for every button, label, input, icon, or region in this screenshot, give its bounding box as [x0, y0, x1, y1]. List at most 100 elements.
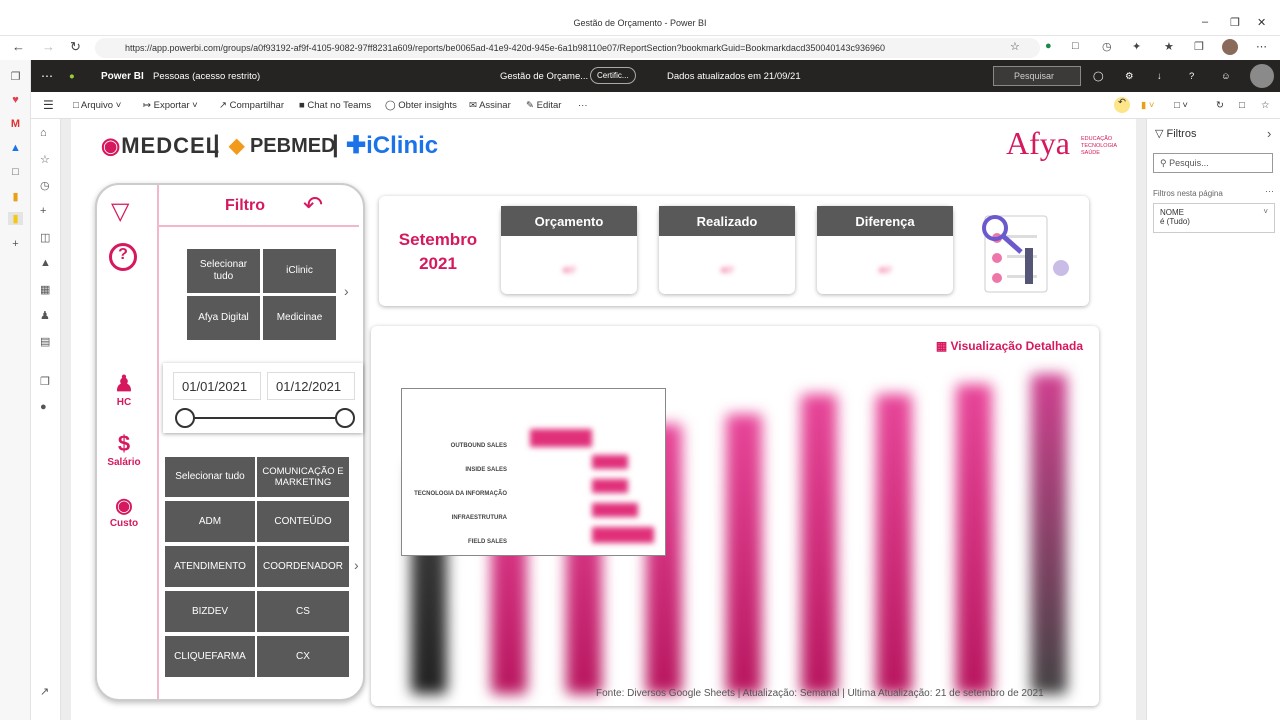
- recent-icon[interactable]: ◷: [40, 179, 50, 192]
- favorites-nav-icon[interactable]: ☆: [40, 153, 50, 166]
- logo-divider: |: [213, 131, 220, 158]
- data-updated-label[interactable]: Dados atualizados em 21/09/21: [667, 71, 801, 82]
- favorites-icon[interactable]: ★: [1164, 40, 1174, 53]
- detail-view-link[interactable]: ▦ Visualização Detalhada: [936, 339, 1083, 353]
- powerbi-icon[interactable]: ▮: [8, 212, 23, 225]
- puzzle-icon[interactable]: ✦: [1132, 40, 1141, 53]
- extension-icon[interactable]: ●: [1045, 40, 1052, 52]
- certified-badge[interactable]: Certific...: [590, 67, 636, 84]
- url-field[interactable]: https://app.powerbi.com/groups/a0f93192-…: [95, 38, 1040, 58]
- back-arrow-icon[interactable]: ↶: [303, 191, 323, 220]
- shared-icon[interactable]: ♟: [40, 309, 50, 322]
- pocket-icon[interactable]: □: [1072, 40, 1079, 52]
- analytics-icon[interactable]: ▮: [8, 190, 23, 203]
- minimize-icon[interactable]: –: [1202, 16, 1208, 28]
- area-atendimento[interactable]: ATENDIMENTO: [165, 546, 255, 587]
- filter-card-nome[interactable]: NOME é (Tudo) ˅: [1153, 203, 1275, 233]
- funnel-icon[interactable]: ▽: [111, 197, 129, 226]
- export-menu[interactable]: ↦ Exportar ˅: [143, 100, 198, 111]
- datasets-icon[interactable]: ◫: [40, 231, 50, 244]
- date-slider-start-handle[interactable]: [175, 408, 195, 428]
- area-select-all[interactable]: Selecionar tudo: [165, 457, 255, 497]
- edit-button[interactable]: ✎ Editar: [526, 100, 561, 111]
- subscribe-button[interactable]: ✉ Assinar: [469, 100, 511, 111]
- feedback-icon[interactable]: ☺: [1221, 71, 1231, 82]
- expand-icon[interactable]: ↗: [40, 685, 49, 698]
- area-bizdev[interactable]: BIZDEV: [165, 591, 255, 632]
- home-icon[interactable]: ⌂: [40, 127, 47, 139]
- company-afya-digital[interactable]: Afya Digital: [187, 296, 260, 340]
- bookmark-icon[interactable]: ▮ ˅: [1141, 100, 1154, 111]
- area-conteudo[interactable]: CONTEÚDO: [257, 501, 349, 542]
- filter-panel: ▽ ? ♟ HC $ Salário ◉ Custo Filtro ↶ Selecio…: [95, 183, 365, 701]
- area-cs[interactable]: CS: [257, 591, 349, 632]
- hamburger-icon[interactable]: ☰: [43, 98, 54, 112]
- clock-icon[interactable]: ◷: [1102, 40, 1112, 53]
- date-end-input[interactable]: 01/12/2021: [267, 372, 355, 400]
- collections-icon[interactable]: ❐: [1194, 40, 1204, 53]
- goals-icon[interactable]: ▲: [40, 257, 51, 269]
- date-slider-end-handle[interactable]: [335, 408, 355, 428]
- help-icon[interactable]: ?: [1189, 71, 1194, 82]
- workspace-current-icon[interactable]: ●: [40, 401, 47, 413]
- help-circle-icon[interactable]: ?: [109, 243, 137, 271]
- share-button[interactable]: ↗ Compartilhar: [219, 100, 284, 111]
- favorites-add-icon[interactable]: ☆: [1010, 40, 1020, 53]
- company-iclinic[interactable]: iClinic: [263, 249, 336, 293]
- pbi-app-name[interactable]: Power BI: [101, 71, 144, 82]
- app-launcher-icon[interactable]: ⋯: [41, 69, 53, 83]
- tabs-icon[interactable]: ❐: [8, 70, 23, 83]
- browser-menu-icon[interactable]: ⋯: [1256, 40, 1267, 53]
- file-menu[interactable]: □ Arquivo ˅: [73, 100, 121, 111]
- settings-icon[interactable]: ⚙: [1125, 71, 1134, 82]
- hc-button[interactable]: ♟ HC: [103, 371, 145, 408]
- add-icon[interactable]: +: [8, 238, 23, 250]
- forward-icon[interactable]: →: [42, 39, 55, 54]
- company-next-icon[interactable]: ›: [344, 283, 349, 299]
- area-cx[interactable]: CX: [257, 636, 349, 677]
- area-cliquefarma[interactable]: CLIQUEFARMA: [165, 636, 255, 677]
- drive-icon[interactable]: ▲: [8, 142, 23, 154]
- refresh-icon[interactable]: ↻: [70, 39, 81, 55]
- workspace-name[interactable]: Pessoas (acesso restrito): [153, 71, 260, 82]
- user-avatar[interactable]: [1250, 64, 1274, 88]
- gmail-icon[interactable]: M: [8, 118, 23, 130]
- doc-icon[interactable]: □: [8, 166, 23, 178]
- company-medicinae[interactable]: Medicinae: [263, 296, 336, 340]
- area-coordenador[interactable]: COORDENADOR: [257, 546, 349, 587]
- search-input[interactable]: Pesquisar: [993, 66, 1081, 86]
- filters-search-input[interactable]: ⚲ Pesquis...: [1153, 153, 1273, 173]
- custo-button[interactable]: ◉ Custo: [103, 493, 145, 529]
- insights-button[interactable]: ◯ Obter insights: [385, 100, 457, 111]
- learn-icon[interactable]: ▤: [40, 335, 50, 348]
- apps-icon[interactable]: ▦: [40, 283, 50, 296]
- restore-icon[interactable]: ❐: [1230, 16, 1240, 29]
- address-bar-row: ← → ↻ https://app.powerbi.com/groups/a0f…: [0, 36, 1280, 60]
- pocket-sidebar-icon[interactable]: ♥: [8, 94, 23, 106]
- favorite-icon[interactable]: ☆: [1261, 100, 1270, 111]
- report-name[interactable]: Gestão de Orçame...: [500, 71, 588, 82]
- teams-chat-button[interactable]: ■ Chat no Teams: [299, 100, 371, 111]
- view-icon[interactable]: □ ˅: [1174, 100, 1188, 111]
- comment-icon[interactable]: □: [1239, 100, 1245, 111]
- area-next-icon[interactable]: ›: [354, 557, 359, 573]
- refresh-visuals-icon[interactable]: ↻: [1216, 100, 1224, 111]
- pebmed-logo: ◆ PEBMED: [229, 135, 336, 157]
- collapse-filters-icon[interactable]: ›: [1267, 126, 1271, 141]
- workspaces-icon[interactable]: ❐: [40, 375, 50, 388]
- company-select-all[interactable]: Selecionar tudo: [187, 249, 260, 293]
- date-start-input[interactable]: 01/01/2021: [173, 372, 261, 400]
- close-icon[interactable]: ✕: [1257, 16, 1266, 29]
- more-options[interactable]: ···: [578, 100, 588, 111]
- salario-button[interactable]: $ Salário: [103, 431, 145, 468]
- area-comunicacao[interactable]: COMUNICAÇÃO E MARKETING: [257, 457, 349, 497]
- back-icon[interactable]: ←: [12, 39, 25, 54]
- reset-icon[interactable]: ↶: [1114, 97, 1130, 113]
- filters-more-icon[interactable]: ⋯: [1265, 186, 1274, 197]
- download-icon[interactable]: ↓: [1157, 71, 1162, 82]
- profile-avatar[interactable]: [1222, 39, 1238, 55]
- notifications-icon[interactable]: ◯: [1093, 71, 1104, 82]
- create-icon[interactable]: +: [40, 205, 46, 217]
- filter-card-expand-icon[interactable]: ˅: [1263, 207, 1268, 216]
- area-adm[interactable]: ADM: [165, 501, 255, 542]
